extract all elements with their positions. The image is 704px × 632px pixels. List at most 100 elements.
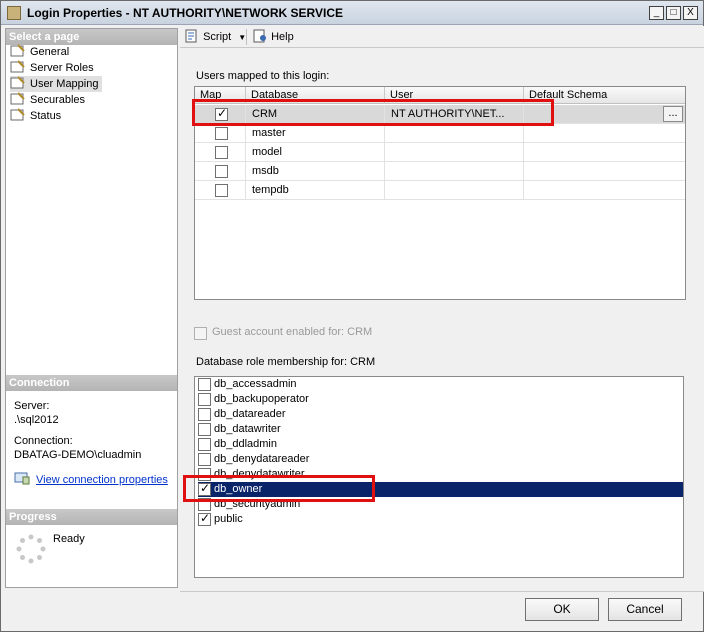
list-item[interactable]: db_datawriter — [198, 422, 683, 437]
view-connection-properties[interactable]: View connection properties — [14, 472, 168, 486]
page-item-server-roles[interactable]: Server Roles — [10, 60, 102, 76]
users-mapped-label: Users mapped to this login: — [196, 70, 330, 82]
script-icon — [184, 29, 200, 43]
role-checkbox[interactable] — [198, 423, 211, 436]
title-bar[interactable]: Login Properties - NT AUTHORITY\NETWORK … — [1, 1, 703, 25]
ok-button[interactable]: OK — [525, 598, 599, 621]
role-checkbox[interactable]: ✓ — [198, 511, 211, 526]
list-item[interactable]: db_denydatareader — [198, 452, 683, 467]
table-row[interactable]: msdb — [195, 162, 685, 181]
page-wrench-icon — [10, 44, 26, 57]
check-icon: ✓ — [200, 511, 211, 525]
help-label: Help — [271, 31, 294, 43]
schema-cell[interactable] — [524, 124, 685, 143]
toolbar: Script ▼ Help — [180, 26, 704, 48]
user-cell[interactable] — [385, 162, 524, 181]
connection-value: DBATAG-DEMO\cluadmin — [14, 449, 142, 461]
role-name: db_backupoperator — [214, 393, 309, 405]
role-checkbox[interactable] — [198, 438, 211, 451]
right-panel: Script ▼ Help Users mapped to this login… — [180, 26, 704, 591]
server-label: Server: — [14, 400, 50, 412]
page-item-label: General — [30, 46, 70, 58]
script-label: Script — [203, 31, 232, 43]
page-wrench-icon — [10, 60, 26, 73]
role-name: db_datawriter — [214, 423, 281, 435]
minimize-button[interactable]: _ — [649, 6, 664, 20]
role-name: db_denydatareader — [214, 453, 310, 465]
map-cell — [195, 181, 246, 200]
role-checkbox[interactable] — [198, 453, 211, 466]
script-button[interactable]: Script ▼ — [184, 29, 246, 45]
guest-account-label: Guest account enabled for: CRM — [212, 326, 373, 338]
cancel-button[interactable]: Cancel — [608, 598, 682, 621]
list-item[interactable]: db_ddladmin — [198, 437, 683, 452]
role-checkbox[interactable] — [198, 378, 211, 391]
schema-cell[interactable] — [524, 143, 685, 162]
connection-header: Connection — [6, 375, 177, 391]
map-checkbox-model[interactable] — [215, 146, 228, 159]
list-item[interactable]: db_accessadmin — [198, 377, 683, 392]
map-checkbox-msdb[interactable] — [215, 165, 228, 178]
role-checkbox[interactable] — [198, 408, 211, 421]
select-page-header: Select a page — [6, 29, 177, 45]
table-row[interactable]: model — [195, 143, 685, 162]
list-item[interactable]: db_backupoperator — [198, 392, 683, 407]
help-button[interactable]: Help — [252, 29, 294, 45]
page-item-general[interactable]: General — [10, 44, 102, 60]
list-item[interactable]: ✓ public — [198, 511, 683, 527]
map-cell — [195, 162, 246, 181]
table-row[interactable]: tempdb — [195, 181, 685, 200]
connection-properties-icon — [14, 472, 30, 485]
database-cell: master — [246, 124, 385, 143]
browse-schema-button[interactable]: ... — [663, 106, 683, 122]
help-icon — [252, 29, 268, 43]
toolbar-separator — [246, 29, 247, 45]
role-name: public — [214, 513, 243, 525]
progress-header: Progress — [6, 509, 177, 525]
login-properties-window: Login Properties - NT AUTHORITY\NETWORK … — [0, 0, 704, 632]
maximize-button[interactable]: □ — [666, 6, 681, 20]
map-cell — [195, 124, 246, 143]
map-checkbox-tempdb[interactable] — [215, 184, 228, 197]
table-row[interactable]: master — [195, 124, 685, 143]
page-item-status[interactable]: Status — [10, 108, 102, 124]
role-name: db_ddladmin — [214, 438, 277, 450]
database-cell: msdb — [246, 162, 385, 181]
view-connection-link[interactable]: View connection properties — [36, 474, 168, 486]
role-membership-label: Database role membership for: CRM — [196, 356, 376, 368]
role-name: db_datareader — [214, 408, 286, 420]
page-item-label: User Mapping — [30, 78, 99, 90]
highlight-box-db-owner — [183, 475, 375, 502]
page-wrench-icon — [10, 76, 26, 89]
role-checkbox[interactable] — [198, 393, 211, 406]
database-cell: model — [246, 143, 385, 162]
close-button[interactable]: X — [683, 6, 698, 20]
progress-status: Ready — [53, 533, 85, 545]
schema-cell[interactable] — [524, 162, 685, 181]
user-cell[interactable] — [385, 143, 524, 162]
progress-spinner-icon — [15, 533, 47, 565]
user-cell[interactable] — [385, 181, 524, 200]
schema-cell[interactable] — [524, 181, 685, 200]
role-name: db_accessadmin — [214, 378, 297, 390]
dialog-footer: OK Cancel — [180, 591, 704, 632]
map-cell — [195, 143, 246, 162]
page-item-label: Status — [30, 110, 62, 122]
connection-label: Connection: — [14, 435, 73, 447]
guest-account-checkbox[interactable] — [194, 327, 207, 340]
database-cell: tempdb — [246, 181, 385, 200]
page-wrench-icon — [10, 92, 26, 105]
page-item-user-mapping[interactable]: User Mapping — [10, 76, 102, 92]
chevron-down-icon: ▼ — [238, 33, 247, 42]
left-panel: Select a page General Server Roles User … — [5, 28, 178, 588]
server-value: .\sql2012 — [14, 414, 59, 426]
page-item-label: Server Roles — [30, 62, 94, 74]
page-item-label: Securables — [30, 94, 86, 106]
page-item-securables[interactable]: Securables — [10, 92, 102, 108]
page-wrench-icon — [10, 108, 26, 121]
user-cell[interactable] — [385, 124, 524, 143]
map-checkbox-master[interactable] — [215, 127, 228, 140]
list-item[interactable]: db_datareader — [198, 407, 683, 422]
window-title: Login Properties - NT AUTHORITY\NETWORK … — [27, 6, 344, 20]
highlight-box-crm-row — [192, 99, 554, 126]
